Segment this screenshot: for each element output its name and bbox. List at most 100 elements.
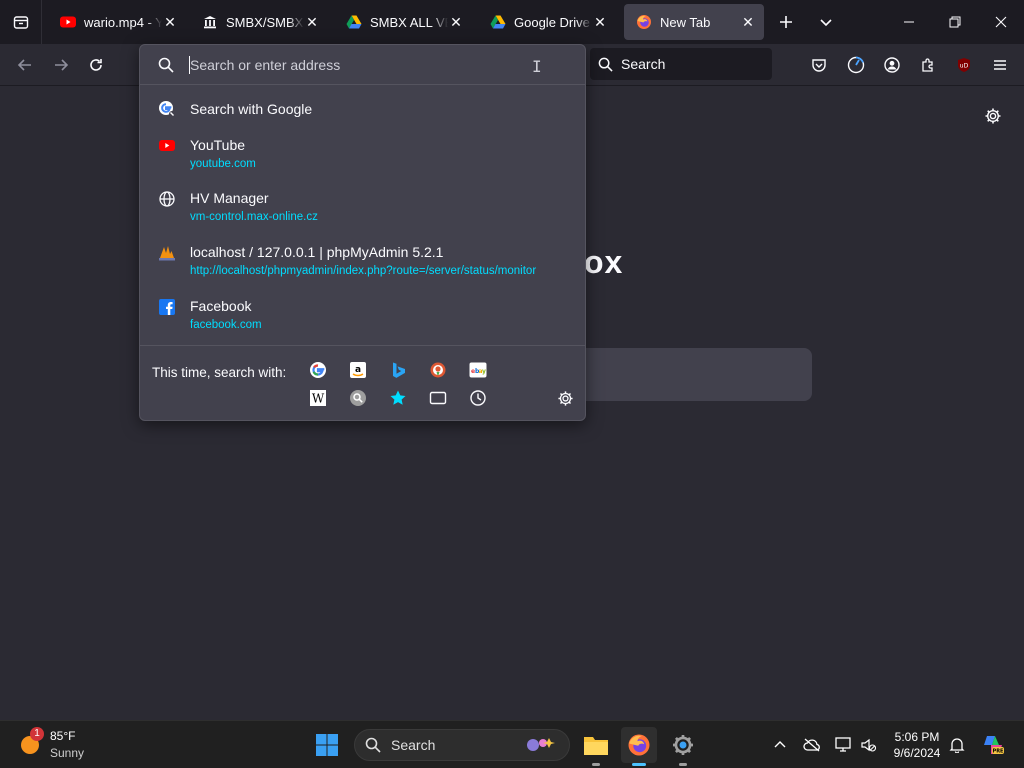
start-button[interactable] [309, 727, 345, 763]
result-url[interactable]: vm-control.max-online.cz [190, 211, 318, 223]
new-tab-button[interactable] [772, 8, 800, 36]
restore-icon [949, 16, 961, 28]
minimize-button[interactable] [886, 0, 932, 44]
result-url[interactable]: facebook.com [190, 319, 262, 331]
taskbar-search[interactable]: Search [354, 729, 570, 761]
result-url[interactable]: http://localhost/phpmyadmin/index.php?ro… [190, 265, 536, 277]
svg-text:y: y [482, 368, 486, 375]
google-icon [310, 362, 326, 378]
tab-title: Google Drive - Virus scan [514, 14, 592, 30]
extensions-button[interactable] [913, 50, 943, 80]
display-tray[interactable] [832, 733, 856, 757]
copilot-button[interactable]: PRE [979, 733, 1007, 757]
taskbar-search-label: Search [391, 737, 436, 753]
google-engine-button[interactable] [308, 360, 328, 380]
copilot-icon: PRE [984, 736, 1004, 755]
chevron-down-icon [820, 19, 832, 27]
result-url[interactable]: youtube.com [190, 158, 256, 170]
volume-tray[interactable] [856, 733, 880, 757]
close-icon[interactable]: ✕ [740, 14, 756, 30]
result-title: HV Manager [190, 190, 269, 206]
result-hv-manager[interactable]: HV Manager vm-control.max-online.cz [140, 186, 585, 230]
ublock-origin-button[interactable]: uD [949, 50, 979, 80]
wikipedia-engine-button[interactable]: W [308, 388, 328, 408]
result-facebook[interactable]: Facebook facebook.com [140, 294, 585, 338]
bell-icon [949, 738, 965, 753]
search-highlight-icon [527, 738, 555, 751]
weather-widget[interactable]: 1 85°F Sunny [12, 721, 102, 768]
gear-icon [557, 390, 573, 406]
result-title: localhost / 127.0.0.1 | phpMyAdmin 5.2.1 [190, 244, 444, 260]
clock-date: 9/6/2024 [893, 746, 941, 760]
tab-title: SMBX ALL VERSIONS [370, 14, 448, 30]
notifications-button[interactable] [945, 733, 969, 757]
google-drive-icon [490, 15, 506, 29]
urlbar-input[interactable] [190, 54, 530, 76]
taskbar-settings[interactable] [665, 727, 701, 766]
one-off-search-buttons: This time, search with: a ebay W [140, 345, 585, 421]
close-icon[interactable]: ✕ [162, 14, 178, 30]
google-drive-icon [346, 15, 362, 29]
close-icon[interactable]: ✕ [304, 14, 320, 30]
tab-youtube[interactable]: wario.mp4 - YouTube ✕ [48, 4, 186, 40]
tab-new-tab[interactable]: New Tab ✕ [624, 4, 764, 40]
personalize-button[interactable] [980, 103, 1006, 129]
firefox-icon [628, 734, 650, 756]
taskbar-firefox[interactable] [621, 727, 657, 766]
amazon-icon: a [350, 362, 366, 378]
show-hidden-icons-button[interactable] [768, 733, 792, 757]
globe-icon [159, 191, 175, 207]
restore-button[interactable] [932, 0, 978, 44]
close-icon[interactable]: ✕ [592, 14, 608, 30]
chevron-up-icon [774, 741, 786, 748]
taskbar-file-explorer[interactable] [578, 727, 614, 766]
extension-status-button[interactable] [841, 50, 871, 80]
result-title: Search with Google [190, 101, 313, 117]
tab-icon [429, 391, 447, 405]
taskbar-clock[interactable]: 5:06 PM 9/6/2024 [886, 729, 948, 761]
phpmyadmin-icon [159, 246, 175, 261]
amazon-engine-button[interactable]: a [348, 360, 368, 380]
close-icon[interactable]: ✕ [448, 14, 464, 30]
result-search-with-google[interactable]: Search with Google [140, 95, 585, 125]
firefox-view-icon [13, 16, 28, 29]
bing-engine-button[interactable] [388, 360, 408, 380]
forward-button[interactable] [46, 50, 76, 80]
search-engine-icon [350, 390, 366, 406]
custom-search-engine-button[interactable] [348, 388, 368, 408]
newtab-search-box[interactable] [584, 348, 812, 401]
hamburger-menu-icon [994, 60, 1006, 70]
star-icon [390, 390, 406, 405]
list-all-tabs-button[interactable] [812, 8, 840, 36]
search-settings-button[interactable] [555, 388, 575, 408]
duckduckgo-engine-button[interactable] [428, 360, 448, 380]
account-button[interactable] [877, 50, 907, 80]
firefox-icon [637, 15, 651, 29]
menu-button[interactable] [985, 50, 1015, 80]
facebook-icon [159, 299, 175, 315]
close-window-button[interactable] [978, 0, 1024, 44]
result-phpmyadmin[interactable]: localhost / 127.0.0.1 | phpMyAdmin 5.2.1… [140, 240, 585, 284]
pocket-button[interactable] [804, 50, 834, 80]
tabs-button[interactable] [428, 388, 448, 408]
onedrive-tray[interactable] [800, 733, 824, 757]
history-button[interactable] [468, 388, 488, 408]
search-bar[interactable]: Search [590, 48, 772, 80]
result-title: Facebook [190, 298, 252, 314]
ebay-engine-button[interactable]: ebay [468, 360, 488, 380]
bookmarks-button[interactable] [388, 388, 408, 408]
back-button[interactable] [10, 50, 40, 80]
reload-button[interactable] [81, 50, 111, 80]
tab-google-drive[interactable]: Google Drive - Virus scan ✕ [478, 4, 616, 40]
urlbar[interactable]: I [140, 45, 585, 85]
tab-smbx-all-versions[interactable]: SMBX ALL VERSIONS ✕ [334, 4, 472, 40]
urlbar-dropdown: I Search with Google YouTube youtube.com… [139, 44, 586, 421]
tab-smbx-archive[interactable]: SMBX/SMBX 2 Archive ✕ [190, 4, 328, 40]
firefox-view-button[interactable] [0, 0, 42, 44]
tab-bar: wario.mp4 - YouTube ✕ SMBX/SMBX 2 Archiv… [0, 0, 1024, 44]
search-bar-placeholder: Search [621, 56, 666, 72]
svg-text:a: a [355, 365, 361, 375]
firefox-wordmark: ox [584, 244, 624, 280]
result-youtube[interactable]: YouTube youtube.com [140, 133, 585, 177]
bing-icon [393, 362, 405, 378]
